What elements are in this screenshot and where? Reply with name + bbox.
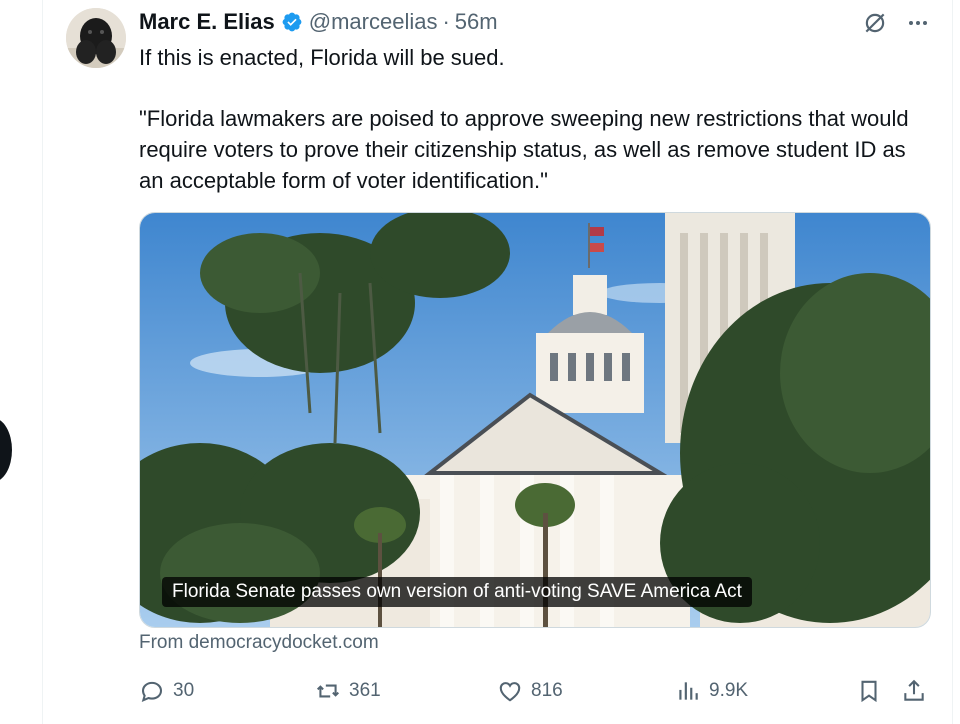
tweet-text: If this is enacted, Florida will be sued… [139, 42, 919, 196]
reply-count: 30 [173, 680, 195, 701]
views-button[interactable]: 9.9K [675, 678, 748, 704]
tweet-text-line: If this is enacted, Florida will be sued… [139, 45, 505, 70]
link-card-caption: Florida Senate passes own version of ant… [162, 577, 752, 607]
timestamp[interactable]: 56m [455, 9, 498, 35]
repost-button[interactable]: 361 [315, 678, 381, 704]
link-card-image[interactable]: Florida Senate passes own version of ant… [139, 212, 931, 628]
reply-button[interactable]: 30 [139, 678, 194, 704]
tweet-header: Marc E. Elias @marceelias · 56m [139, 8, 498, 36]
author-handle[interactable]: @marceelias [309, 9, 438, 35]
repost-count: 361 [349, 680, 381, 701]
tweet-top-actions [862, 10, 930, 36]
bookmark-icon [856, 678, 882, 704]
avatar[interactable] [66, 8, 126, 68]
separator-dot: · [442, 9, 450, 34]
tweet-actions: 30 361 816 9.9K [139, 678, 929, 706]
views-count: 9.9K [709, 680, 749, 701]
reply-icon [139, 678, 165, 704]
tweet-quote: "Florida lawmakers are poised to approve… [139, 106, 909, 193]
more-icon[interactable] [906, 11, 930, 35]
capitol-photo [140, 213, 930, 627]
share-icon [901, 678, 927, 704]
repost-icon [315, 678, 341, 704]
right-rail [952, 0, 960, 724]
like-icon [497, 678, 523, 704]
left-rail [0, 0, 43, 724]
verified-badge-icon [281, 11, 303, 33]
grok-icon[interactable] [862, 10, 888, 36]
author-name[interactable]: Marc E. Elias [139, 9, 275, 35]
like-count: 816 [531, 680, 563, 701]
like-button[interactable]: 816 [497, 678, 563, 704]
bookmark-button[interactable] [856, 678, 882, 704]
views-icon [675, 678, 701, 704]
link-source[interactable]: From democracydocket.com [139, 632, 379, 654]
share-button[interactable] [901, 678, 927, 704]
